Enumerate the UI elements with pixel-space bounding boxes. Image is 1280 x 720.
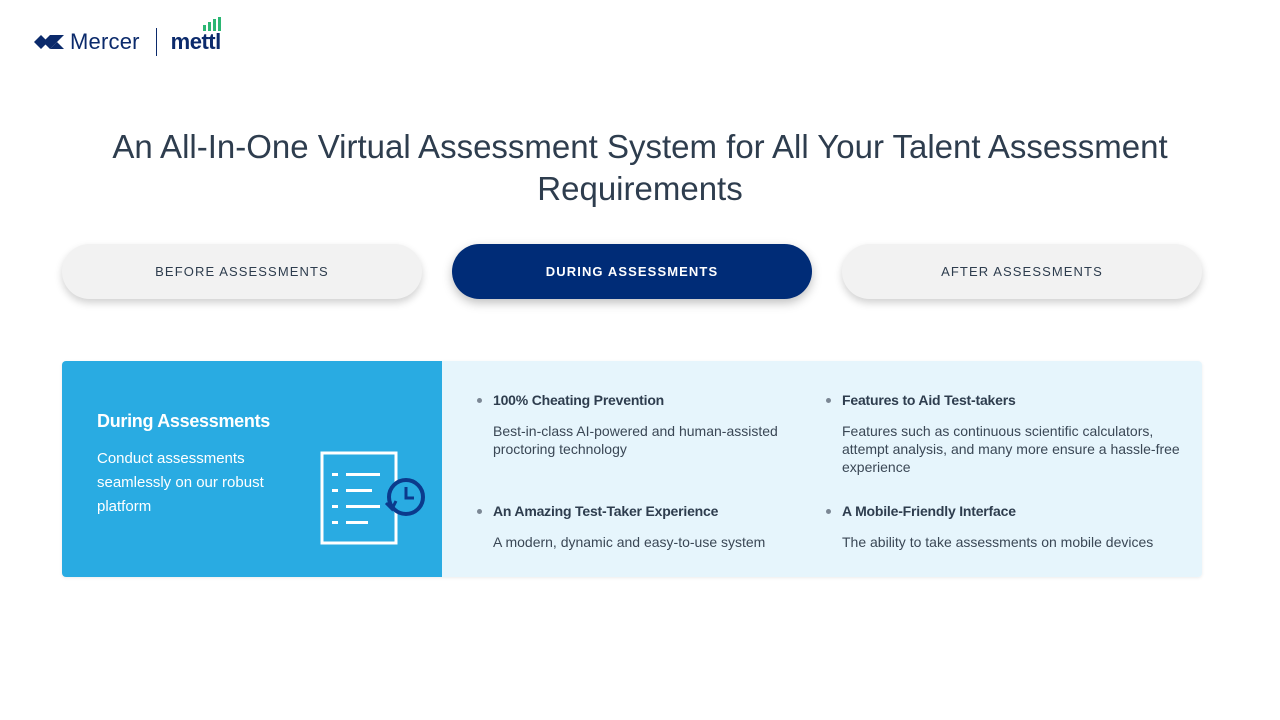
mercer-logo-icon <box>34 35 64 49</box>
bullet-icon <box>826 397 831 403</box>
tab-during-assessments[interactable]: DURING ASSESSMENTS <box>452 244 812 299</box>
bullet-icon <box>477 508 482 514</box>
tab-label: AFTER ASSESSMENTS <box>941 264 1103 279</box>
feature-item: A Mobile-Friendly Interface The ability … <box>826 503 1182 551</box>
bullet-icon <box>826 508 831 514</box>
panel-description: Conduct assessments seamlessly on our ro… <box>97 450 264 515</box>
bullet-icon <box>477 397 482 403</box>
feature-title: 100% Cheating Prevention <box>493 392 665 408</box>
tab-before-assessments[interactable]: BEFORE ASSESSMENTS <box>62 244 422 299</box>
brand-logo[interactable]: Mercer mettl <box>34 17 221 60</box>
feature-description: A modern, dynamic and easy-to-use system <box>493 534 766 550</box>
tab-after-assessments[interactable]: AFTER ASSESSMENTS <box>842 244 1202 299</box>
feature-description: Features such as continuous scientific c… <box>842 423 1180 475</box>
panel-features: 100% Cheating Prevention Best-in-class A… <box>442 361 1202 577</box>
feature-item: An Amazing Test-Taker Experience A moder… <box>477 503 793 551</box>
mettl-bars-icon <box>202 17 221 31</box>
brand-secondary-text: mettl <box>171 17 221 55</box>
feature-title: A Mobile-Friendly Interface <box>842 503 1016 519</box>
page-title: An All-In-One Virtual Assessment System … <box>112 128 1168 207</box>
tab-label: DURING ASSESSMENTS <box>545 264 719 279</box>
panel-summary: During Assessments Conduct assessments s… <box>62 361 442 577</box>
brand-primary-text: Mercer <box>70 29 140 54</box>
feature-description: Best-in-class AI-powered and human-assis… <box>493 423 778 457</box>
feature-description: The ability to take assessments on mobil… <box>842 534 1154 550</box>
feature-item: 100% Cheating Prevention Best-in-class A… <box>477 392 793 458</box>
feature-title: An Amazing Test-Taker Experience <box>493 503 719 519</box>
checklist-clock-icon <box>320 451 425 545</box>
tab-label: BEFORE ASSESSMENTS <box>155 264 329 279</box>
assessment-panel: During Assessments Conduct assessments s… <box>62 361 1202 577</box>
feature-title: Features to Aid Test-takers <box>842 392 1016 408</box>
feature-item: Features to Aid Test-takers Features suc… <box>826 392 1182 476</box>
logo-divider <box>155 28 157 56</box>
panel-heading: During Assessments <box>97 411 270 431</box>
